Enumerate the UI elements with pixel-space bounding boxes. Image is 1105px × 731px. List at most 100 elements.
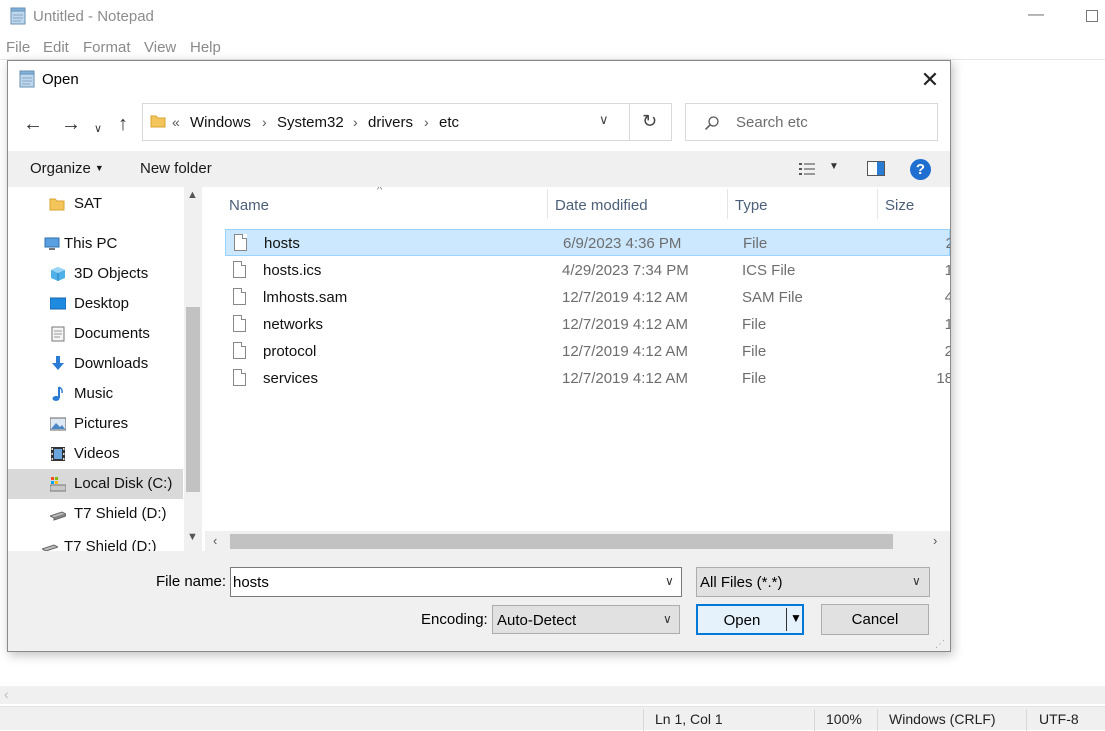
- file-name-input[interactable]: hosts ∨: [230, 567, 682, 597]
- menu-help[interactable]: Help: [190, 39, 221, 56]
- chevron-right-icon[interactable]: ›: [353, 114, 358, 130]
- file-type: File: [742, 370, 767, 387]
- breadcrumb-drivers[interactable]: drivers: [368, 114, 413, 131]
- new-folder-button[interactable]: New folder: [140, 160, 212, 177]
- scrollbar-thumb[interactable]: [186, 307, 200, 492]
- split-divider: [786, 608, 787, 631]
- column-header-date-modified[interactable]: Date modified: [555, 197, 648, 214]
- file-icon: [234, 234, 247, 251]
- tree-item-desktop[interactable]: Desktop: [8, 289, 183, 319]
- recent-locations-chevron-icon[interactable]: ∨: [94, 119, 102, 139]
- file-list: ^ Name Date modified Type Size hosts 6/9…: [205, 187, 950, 551]
- window-title: Untitled - Notepad: [33, 8, 154, 25]
- menu-format[interactable]: Format: [83, 39, 131, 56]
- open-options-arrow-icon[interactable]: ▼: [790, 611, 802, 625]
- refresh-button[interactable]: ↻: [629, 104, 671, 140]
- status-separator: [814, 709, 815, 731]
- cancel-button[interactable]: Cancel: [821, 604, 929, 635]
- navigation-pane: SAT This PC 3D Objects Desktop Documents…: [8, 187, 205, 551]
- tree-item-documents[interactable]: Documents: [8, 319, 183, 349]
- line-ending: Windows (CRLF): [889, 711, 996, 727]
- file-type: File: [742, 343, 767, 360]
- help-icon[interactable]: ?: [910, 159, 931, 180]
- cursor-position: Ln 1, Col 1: [655, 711, 723, 727]
- close-icon[interactable]: ✕: [916, 67, 944, 93]
- tree-item-this-pc[interactable]: This PC: [8, 229, 183, 259]
- preview-pane-icon[interactable]: [867, 161, 885, 176]
- tree-item-label: Music: [74, 385, 114, 402]
- file-size: 18: [936, 370, 950, 387]
- tree-item-videos[interactable]: Videos: [8, 439, 183, 469]
- scroll-right-icon[interactable]: ›: [933, 533, 937, 548]
- file-size: 1: [944, 262, 950, 279]
- file-row-services[interactable]: services 12/7/2019 4:12 AM File 18: [225, 365, 950, 392]
- up-arrow-icon[interactable]: ↑: [118, 114, 128, 134]
- file-type-value: All Files (*.*): [700, 574, 783, 591]
- chevron-down-icon: ∨: [663, 612, 672, 626]
- chevron-down-icon: ∨: [912, 574, 921, 588]
- navigation-bar: ← → ∨ ↑ « Windows › System32 › drivers ›…: [8, 99, 950, 151]
- menu-view[interactable]: View: [144, 39, 176, 56]
- tree-item-3d-objects[interactable]: 3D Objects: [8, 259, 183, 289]
- tree-item-music[interactable]: Music: [8, 379, 183, 409]
- tree-item-label: This PC: [64, 235, 118, 252]
- file-name: protocol: [263, 343, 317, 360]
- music-icon: [52, 386, 63, 401]
- file-type-select[interactable]: All Files (*.*) ∨: [696, 567, 930, 597]
- tree-item-downloads[interactable]: Downloads: [8, 349, 183, 379]
- status-separator: [1026, 709, 1027, 731]
- horizontal-scrollbar[interactable]: ‹: [0, 686, 1105, 704]
- breadcrumb-system32[interactable]: System32: [277, 114, 344, 131]
- chevron-right-icon[interactable]: ›: [262, 114, 267, 130]
- resize-grip-icon[interactable]: ⋰: [935, 639, 947, 651]
- file-row-hosts-ics[interactable]: hosts.ics 4/29/2023 7:34 PM ICS File 1: [225, 257, 950, 284]
- scroll-up-icon[interactable]: ▲: [187, 189, 198, 201]
- encoding-select[interactable]: Auto-Detect ∨: [492, 605, 680, 634]
- column-separator[interactable]: [877, 189, 878, 219]
- column-header-size[interactable]: Size: [885, 197, 914, 214]
- menu-file[interactable]: File: [6, 39, 30, 56]
- tree-item-sat[interactable]: SAT: [8, 189, 183, 219]
- navigation-pane-scrollbar[interactable]: ▲ ▼: [184, 187, 202, 551]
- file-list-scrollbar[interactable]: ‹ ›: [205, 531, 950, 551]
- folder-icon: [49, 198, 65, 211]
- view-options-icon[interactable]: [799, 162, 815, 176]
- chevron-down-icon[interactable]: ∨: [599, 112, 609, 128]
- tree-item-t7-shield-partial[interactable]: T7 Shield (D:): [8, 532, 183, 551]
- menu-edit[interactable]: Edit: [43, 39, 69, 56]
- organize-button[interactable]: Organize ▼: [30, 160, 104, 177]
- view-options-caret-icon[interactable]: ▼: [829, 161, 839, 172]
- search-box[interactable]: Search etc: [685, 103, 938, 141]
- folder-icon: [150, 115, 166, 128]
- minimize-button[interactable]: —: [1028, 6, 1044, 24]
- chevron-right-icon[interactable]: ›: [424, 114, 429, 130]
- scrollbar-thumb[interactable]: [230, 534, 893, 549]
- address-overflow[interactable]: «: [172, 114, 180, 130]
- file-icon: [233, 261, 246, 278]
- back-arrow-icon[interactable]: ←: [23, 114, 43, 134]
- file-name-value: hosts: [233, 574, 269, 591]
- scroll-left-icon[interactable]: ‹: [213, 533, 217, 548]
- tree-item-t7-shield[interactable]: T7 Shield (D:): [8, 499, 183, 529]
- breadcrumb-windows[interactable]: Windows: [190, 114, 251, 131]
- address-bar[interactable]: « Windows › System32 › drivers › etc ∨ ↻: [142, 103, 672, 141]
- forward-arrow-icon[interactable]: →: [61, 114, 81, 134]
- file-row-lmhosts-sam[interactable]: lmhosts.sam 12/7/2019 4:12 AM SAM File 4: [225, 284, 950, 311]
- file-row-protocol[interactable]: protocol 12/7/2019 4:12 AM File 2: [225, 338, 950, 365]
- column-separator[interactable]: [547, 189, 548, 219]
- tree-item-pictures[interactable]: Pictures: [8, 409, 183, 439]
- maximize-button[interactable]: [1086, 10, 1098, 22]
- column-header-type[interactable]: Type: [735, 197, 768, 214]
- usb-drive-icon: [50, 511, 66, 521]
- chevron-down-icon[interactable]: ∨: [665, 574, 674, 588]
- scroll-left-icon[interactable]: ‹: [4, 686, 9, 702]
- computer-icon: [44, 237, 60, 250]
- column-separator[interactable]: [727, 189, 728, 219]
- tree-item-local-disk-c[interactable]: Local Disk (C:): [8, 469, 183, 499]
- file-row-hosts[interactable]: hosts 6/9/2023 4:36 PM File 2: [225, 229, 950, 256]
- scroll-down-icon[interactable]: ▼: [187, 531, 198, 543]
- open-button[interactable]: Open ▼: [696, 604, 804, 635]
- file-row-networks[interactable]: networks 12/7/2019 4:12 AM File 1: [225, 311, 950, 338]
- column-header-name[interactable]: Name: [229, 197, 269, 214]
- breadcrumb-etc[interactable]: etc: [439, 114, 459, 131]
